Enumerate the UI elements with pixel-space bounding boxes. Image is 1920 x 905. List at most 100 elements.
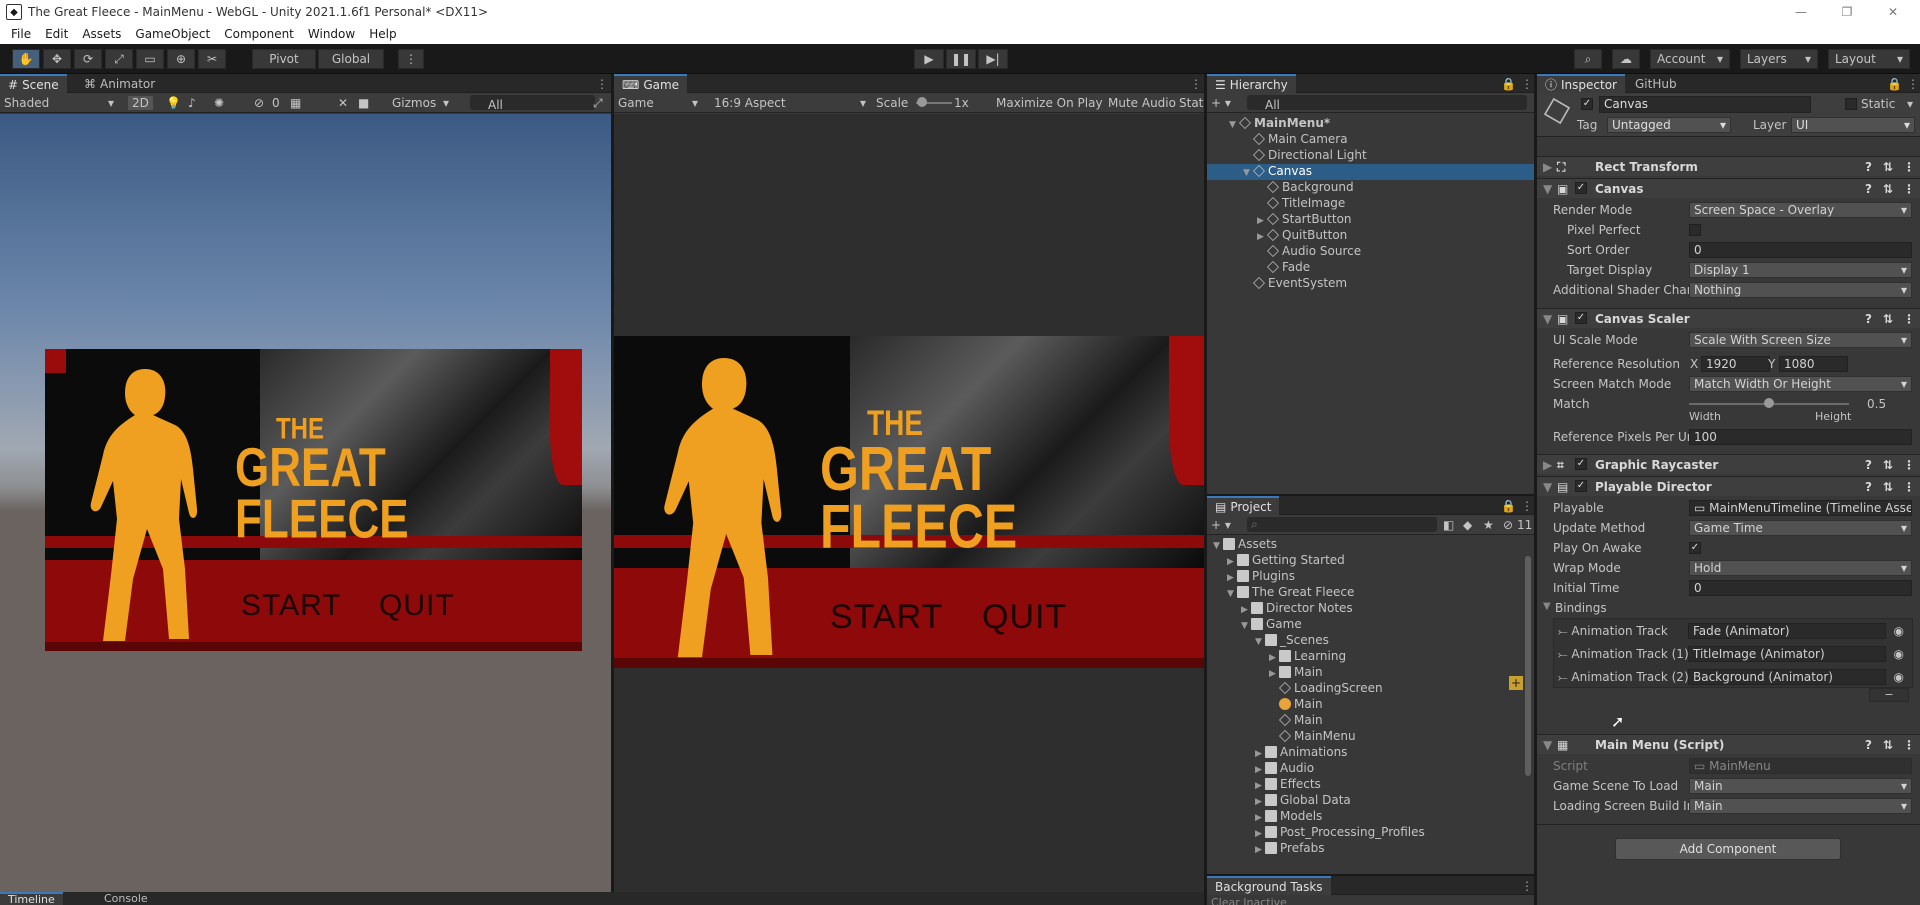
update-method-dropdown[interactable]: Game Time ▾ [1689, 520, 1912, 536]
expand-arrow-icon[interactable]: ▶ [1255, 797, 1265, 807]
global-toggle[interactable]: Global [318, 49, 384, 69]
hierarchy-item[interactable]: TitleImage [1207, 196, 1534, 212]
static-checkbox[interactable] [1845, 98, 1857, 110]
close-button[interactable]: ✕ [1870, 0, 1916, 24]
tab-github[interactable]: GitHub [1627, 74, 1685, 93]
help-icon[interactable]: ? [1865, 312, 1872, 326]
transform-tool-icon[interactable]: ⊕ [167, 49, 195, 69]
layers-dropdown[interactable]: Layers ▾ [1740, 49, 1818, 69]
sort-order-input[interactable]: 0 [1689, 242, 1912, 258]
project-item[interactable]: ▶ Audio [1207, 761, 1523, 777]
project-item[interactable]: ▶ Director Notes [1207, 601, 1523, 617]
tools-icon[interactable]: ✕ [338, 96, 348, 110]
add-component-button[interactable]: Add Component [1615, 838, 1841, 860]
expand-arrow-icon[interactable]: ▶ [1255, 845, 1265, 855]
maximize-on-play-toggle[interactable]: Maximize On Play [996, 96, 1103, 110]
tab-background-tasks[interactable]: Background Tasks [1207, 876, 1331, 895]
hierarchy-item[interactable]: Fade [1207, 260, 1534, 276]
grid-snap-icon[interactable]: ⋮ [398, 49, 424, 69]
graphic-raycaster-header[interactable]: ▶ ⌗ ✓ Graphic Raycaster ? ⇅ ⋮ [1537, 454, 1920, 474]
menu-gameobject[interactable]: GameObject [128, 27, 217, 41]
project-item[interactable]: ▶ Learning [1207, 649, 1523, 665]
lock-icon[interactable]: 🔒 [1501, 77, 1516, 91]
hand-tool-icon[interactable]: ✋ [12, 49, 40, 69]
help-icon[interactable]: ? [1865, 160, 1872, 174]
panel-menu-icon[interactable]: ⋮ [1190, 77, 1202, 91]
project-item[interactable]: Main [1207, 697, 1523, 713]
cloud-icon[interactable]: ☁ [1612, 49, 1640, 69]
help-icon[interactable]: ? [1865, 480, 1872, 494]
ui-scale-mode-dropdown[interactable]: Scale With Screen Size ▾ [1689, 332, 1912, 348]
aspect-dropdown[interactable]: 16:9 Aspect [714, 96, 786, 110]
canvas-component-header[interactable]: ▼ ▣ ✓ Canvas ? ⇅ ⋮ [1537, 178, 1920, 198]
scene-search-input[interactable]: All [470, 95, 595, 112]
hierarchy-item[interactable]: ▼ Canvas [1207, 164, 1534, 180]
rotate-tool-icon[interactable]: ⟳ [74, 49, 102, 69]
binding-object-field[interactable]: Background (Animator) [1688, 669, 1886, 685]
custom-tool-icon[interactable]: ✂ [198, 49, 226, 69]
pixel-perfect-checkbox[interactable] [1689, 224, 1701, 236]
stats-toggle[interactable]: Stat [1179, 96, 1203, 110]
pivot-toggle[interactable]: Pivot [252, 49, 316, 69]
raycaster-enabled-checkbox[interactable]: ✓ [1575, 458, 1587, 470]
help-icon[interactable]: ? [1865, 182, 1872, 196]
playable-director-header[interactable]: ▼ ▤ ✓ Playable Director ? ⇅ ⋮ [1537, 476, 1920, 496]
playable-object-field[interactable]: ▭ MainMenuTimeline (Timeline Asse [1689, 500, 1912, 516]
shader-channels-dropdown[interactable]: Nothing ▾ [1689, 282, 1912, 298]
panel-menu-icon[interactable]: ⋮ [1521, 77, 1533, 91]
minimize-button[interactable]: — [1778, 0, 1824, 24]
project-item[interactable]: ▼ The Great Fleece [1207, 585, 1523, 601]
project-item[interactable]: ▶ Effects [1207, 777, 1523, 793]
expand-arrow-icon[interactable]: ▶ [1257, 232, 1267, 242]
preset-icon[interactable]: ⇅ [1883, 312, 1893, 326]
match-slider-handle[interactable] [1764, 398, 1774, 408]
match-value[interactable]: 0.5 [1867, 397, 1886, 411]
layer-dropdown[interactable]: UI ▾ [1791, 117, 1915, 133]
effects-toggle-icon[interactable]: ✺ [214, 96, 224, 110]
expand-arrow-icon[interactable]: ▶ [1255, 749, 1265, 759]
expand-arrow-icon[interactable]: ▼ [1229, 120, 1239, 130]
binding-object-field[interactable]: Fade (Animator) [1688, 623, 1886, 639]
object-name-input[interactable]: Canvas [1599, 96, 1811, 113]
object-picker-icon[interactable]: ◉ [1894, 647, 1904, 661]
component-menu-icon[interactable]: ⋮ [1903, 480, 1915, 494]
add-icon[interactable]: + [1509, 676, 1523, 690]
component-menu-icon[interactable]: ⋮ [1903, 312, 1915, 326]
expand-arrow-icon[interactable]: ▶ [1269, 653, 1279, 663]
expand-arrow-icon[interactable]: ▶ [1269, 669, 1279, 679]
move-tool-icon[interactable]: ✥ [43, 49, 71, 69]
binding-object-field[interactable]: TitleImage (Animator) [1688, 646, 1886, 662]
display-dropdown[interactable]: Game [618, 96, 654, 110]
project-search-input[interactable]: ⌕ [1247, 517, 1437, 532]
preset-icon[interactable]: ⇅ [1883, 458, 1893, 472]
ref-pixels-input[interactable]: 100 [1689, 429, 1912, 445]
tab-game[interactable]: ⌨ Game [614, 74, 688, 93]
tab-inspector[interactable]: ⓘ Inspector [1537, 74, 1625, 93]
step-button[interactable]: ▶| [978, 49, 1008, 69]
tab-scene[interactable]: # Scene [0, 74, 67, 93]
hierarchy-item[interactable]: ▼ MainMenu* [1207, 116, 1534, 132]
expand-arrow-icon[interactable]: ▼ [1241, 621, 1251, 631]
hierarchy-item[interactable]: Main Camera [1207, 132, 1534, 148]
scale-slider-handle[interactable] [917, 97, 927, 107]
component-menu-icon[interactable]: ⋮ [1903, 160, 1915, 174]
2d-toggle[interactable]: 2D [128, 96, 153, 110]
grid-toggle-icon[interactable]: ▦ [290, 96, 301, 110]
game-scene-dropdown[interactable]: Main ▾ [1689, 778, 1912, 794]
hidden-packages-icon[interactable]: ⊘ [1503, 518, 1513, 532]
component-menu-icon[interactable]: ⋮ [1903, 738, 1915, 752]
project-item[interactable]: ▼ _Scenes [1207, 633, 1523, 649]
create-asset-button[interactable]: + ▾ [1211, 518, 1231, 532]
project-item[interactable]: MainMenu [1207, 729, 1523, 745]
loading-screen-dropdown[interactable]: Main ▾ [1689, 798, 1912, 814]
hierarchy-item[interactable]: EventSystem [1207, 276, 1534, 292]
menu-component[interactable]: Component [217, 27, 301, 41]
menu-edit[interactable]: Edit [38, 27, 75, 41]
preset-icon[interactable]: ⇅ [1883, 738, 1893, 752]
tab-animator[interactable]: ⌘ Animator [76, 74, 163, 93]
tab-hierarchy[interactable]: ☰ Hierarchy [1207, 74, 1296, 93]
expand-arrow-icon[interactable]: ▼ [1227, 589, 1237, 599]
hierarchy-item[interactable]: Directional Light [1207, 148, 1534, 164]
scene-viewport[interactable]: THE GREAT FLEECE START QUIT [0, 114, 611, 892]
expand-arrow-icon[interactable]: ▼ [1243, 168, 1253, 178]
